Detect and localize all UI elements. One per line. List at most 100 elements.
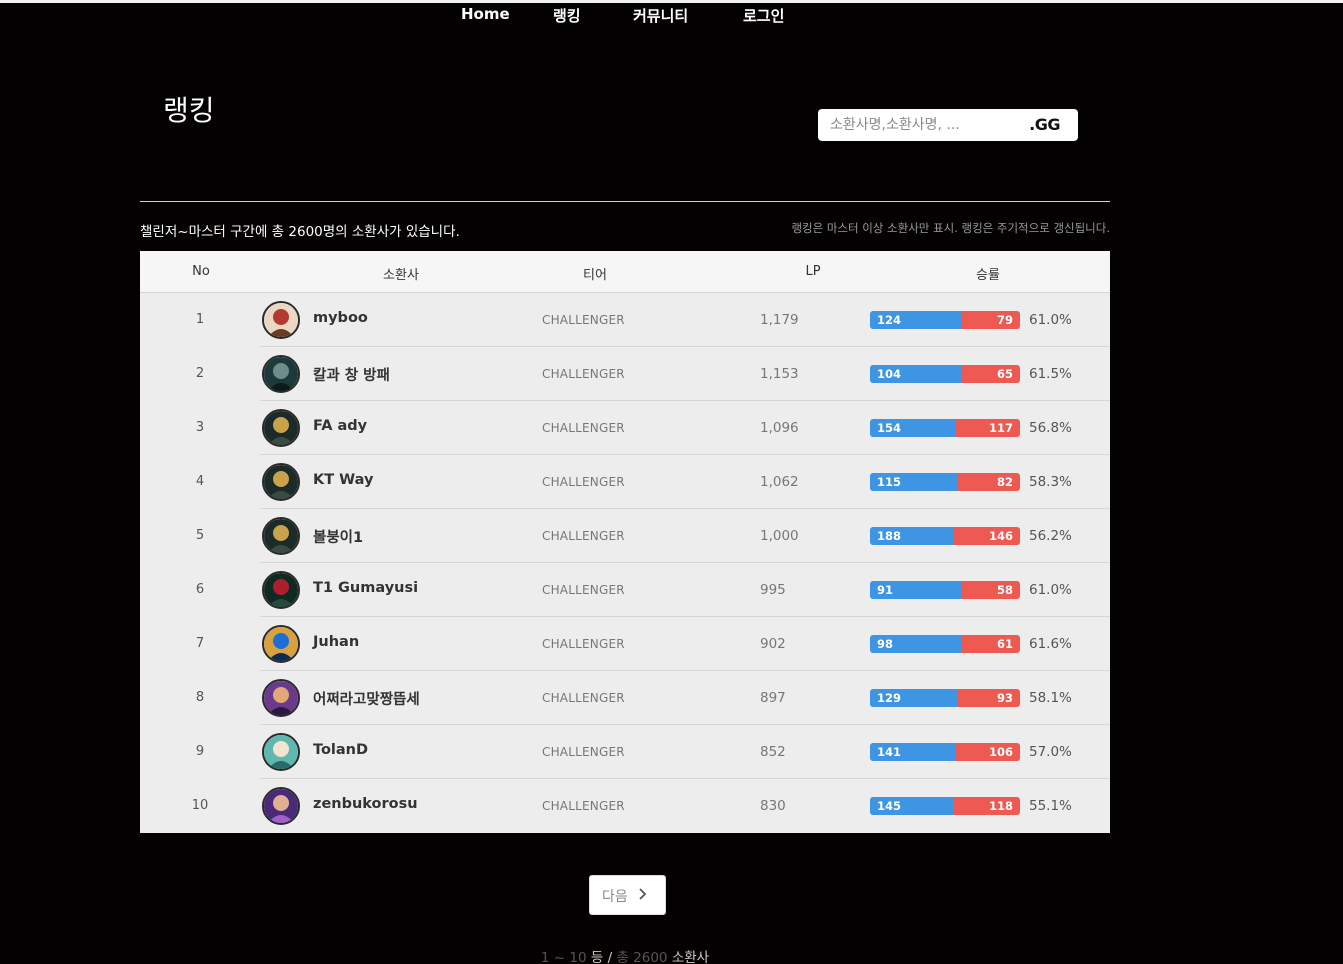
win-rate: 61.6% [1029,636,1072,652]
rank-number-text: 10 [191,798,209,813]
win-rate: 57.0% [1029,744,1072,760]
win-rate: 58.1% [1029,690,1072,706]
nav-community[interactable]: 커뮤니티 [633,5,688,26]
wins-count: 124 [870,311,962,329]
tier-label: CHALLENGER [542,313,625,327]
lp-value: 1,096 [760,420,799,436]
table-row[interactable]: 5 볼붕이1 CHALLENGER 1,000 188 146 56.2% [140,509,1110,563]
wins-count: 115 [870,473,957,491]
lp-value: 852 [760,744,786,760]
pagination-total-prefix: 총 [616,950,629,964]
rank-number-text: 5 [195,528,205,543]
section-divider [140,201,1110,202]
losses-count: 65 [962,365,1020,383]
table-header: No 소환사 티어 LP 승률 [140,251,1110,293]
summoner-name[interactable]: 어쩌라고맞짱뜹세 [313,688,420,709]
rank-number-text: 7 [195,636,205,651]
rank-number-text: 1 [195,312,205,327]
rank-number-text: 6 [195,582,205,597]
lp-value: 1,000 [760,528,799,544]
table-row[interactable]: 4 KT Way CHALLENGER 1,062 115 82 58.3% [140,455,1110,509]
summoner-name[interactable]: T1 Gumayusi [313,580,418,596]
win-loss-bar: 145 118 [870,797,1020,815]
summoner-name[interactable]: 볼붕이1 [313,526,363,547]
header-lp: LP [805,264,821,279]
table-body: 1 myboo CHALLENGER 1,179 124 79 61.0% 2 … [140,293,1110,833]
table-row[interactable]: 7 Juhan CHALLENGER 902 98 61 61.6% [140,617,1110,671]
lp-value: 995 [760,582,786,598]
pagination-info: 1 ~ 10 등 / 총 2600 소환사 [0,946,1250,964]
win-rate: 61.5% [1029,366,1072,382]
ranking-summary: 챌린저~마스터 구간에 총 2600명의 소환사가 있습니다. [140,224,460,240]
losses-count: 61 [962,635,1020,653]
top-nav: Home 랭킹 커뮤니티 로그인 [0,3,1343,29]
wins-count: 129 [870,689,957,707]
win-rate: 56.8% [1029,420,1072,436]
table-row[interactable]: 8 어쩌라고맞짱뜹세 CHALLENGER 897 129 93 58.1% [140,671,1110,725]
next-page-button[interactable]: 다음 [589,875,666,915]
summoner-name[interactable]: myboo [313,310,368,326]
tier-label: CHALLENGER [542,691,625,705]
tier-label: CHALLENGER [542,799,625,813]
ranking-table: No 소환사 티어 LP 승률 1 myboo CHALLENGER 1,179… [140,251,1110,833]
pagination-range: 1 ~ 10 [540,950,587,964]
table-row[interactable]: 3 FA ady CHALLENGER 1,096 154 117 56.8% [140,401,1110,455]
summoner-name[interactable]: KT Way [313,472,373,488]
win-loss-bar: 115 82 [870,473,1020,491]
champion-icon-rose [262,571,300,609]
nav-login[interactable]: 로그인 [743,5,784,26]
summoner-name[interactable]: zenbukorosu [313,796,418,812]
search-input[interactable] [830,113,1020,137]
summoner-name[interactable]: FA ady [313,418,367,434]
champion-icon-gold [262,409,300,447]
losses-count: 146 [954,527,1020,545]
win-rate: 61.0% [1029,582,1072,598]
tier-label: CHALLENGER [542,745,625,759]
champion-icon-dark [262,355,300,393]
win-loss-bar: 188 146 [870,527,1020,545]
table-row[interactable]: 2 칼과 창 방패 CHALLENGER 1,153 104 65 61.5% [140,347,1110,401]
champion-icon-gold [262,463,300,501]
table-row[interactable]: 1 myboo CHALLENGER 1,179 124 79 61.0% [140,293,1110,347]
summoner-name[interactable]: TolanD [313,742,368,758]
table-row[interactable]: 9 TolanD CHALLENGER 852 141 106 57.0% [140,725,1110,779]
summoner-name[interactable]: 칼과 창 방패 [313,364,390,385]
summoner-name[interactable]: Juhan [313,634,359,650]
rank-number-text: 8 [195,690,205,705]
pagination-total: 2600 [633,950,668,964]
table-row[interactable]: 10 zenbukorosu CHALLENGER 830 145 118 55… [140,779,1110,833]
rank-number-text: 3 [195,420,205,435]
lp-value: 1,179 [760,312,799,328]
losses-count: 79 [962,311,1020,329]
wins-count: 91 [870,581,962,599]
wins-count: 104 [870,365,962,383]
next-page-label: 다음 [602,889,628,905]
champion-icon-purple [262,679,300,717]
losses-count: 82 [957,473,1020,491]
nav-home[interactable]: Home [461,5,510,23]
rank-number-text: 2 [195,366,205,381]
page-title: 랭킹 [163,94,215,127]
lp-value: 830 [760,798,786,814]
nav-ranking[interactable]: 랭킹 [553,5,581,26]
table-row[interactable]: 6 T1 Gumayusi CHALLENGER 995 91 58 61.0% [140,563,1110,617]
tier-label: CHALLENGER [542,367,625,381]
losses-count: 58 [962,581,1020,599]
search-submit-button[interactable]: .GG [1029,115,1060,134]
champion-icon-blonde [262,301,300,339]
rank-number-text: 9 [195,744,205,759]
champion-icon-gold [262,517,300,555]
win-loss-bar: 129 93 [870,689,1020,707]
header-tier: 티어 [583,268,607,283]
win-loss-bar: 141 106 [870,743,1020,761]
losses-count: 117 [955,419,1020,437]
header-winrate: 승률 [976,268,1000,283]
wins-count: 141 [870,743,955,761]
pagination-range-unit: 등 / [590,950,613,964]
win-loss-bar: 98 61 [870,635,1020,653]
win-rate: 55.1% [1029,798,1072,814]
win-rate: 56.2% [1029,528,1072,544]
lp-value: 1,062 [760,474,799,490]
search-box: .GG [818,109,1078,141]
ranking-note: 랭킹은 마스터 이상 소환사만 표시. 랭킹은 주기적으로 갱신됩니다. [791,221,1110,235]
